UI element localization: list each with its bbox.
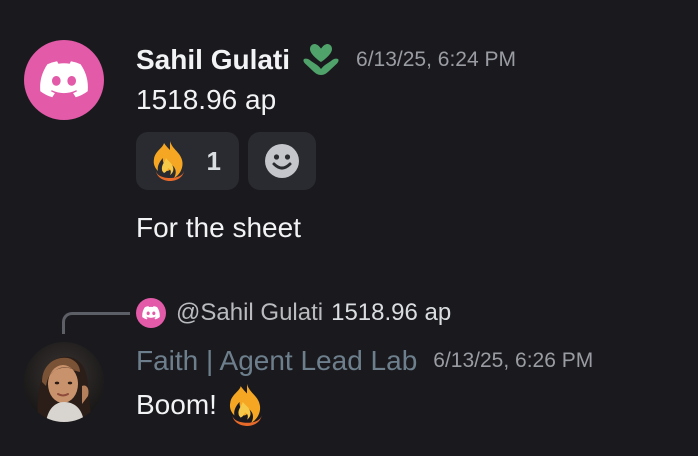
author-name[interactable]: Sahil Gulati — [136, 44, 290, 76]
message-timestamp[interactable]: 6/13/25, 6:24 PM — [356, 48, 516, 72]
message-header: Faith | Agent Lead Lab 6/13/25, 6:26 PM — [136, 340, 593, 382]
chat-view: Sahil Gulati 6/13/25, 6:24 PM 1518.96 ap… — [0, 0, 698, 456]
reply-reference[interactable]: @Sahil Gulati 1518.96 ap — [136, 297, 451, 329]
message-body: Boom! — [136, 389, 217, 420]
green-heart-hands-icon[interactable] — [302, 43, 340, 77]
reply-connector — [62, 312, 130, 334]
discord-logo-icon — [142, 306, 160, 320]
author-name[interactable]: Faith | Agent Lead Lab — [136, 345, 417, 377]
discord-logo-icon — [40, 61, 88, 98]
avatar[interactable] — [24, 342, 104, 422]
add-reaction-button[interactable] — [248, 132, 316, 190]
reply-preview: 1518.96 ap — [331, 299, 452, 326]
reaction-bar: 1 — [136, 132, 316, 190]
avatar[interactable] — [24, 40, 104, 120]
reply-mention: @Sahil Gulati — [176, 299, 324, 326]
message-text: 1518.96 ap — [136, 84, 277, 115]
message-text: For the sheet — [136, 212, 301, 243]
message-timestamp[interactable]: 6/13/25, 6:26 PM — [433, 349, 593, 373]
smiley-icon — [265, 144, 299, 178]
user-photo — [24, 342, 104, 422]
fire-icon — [225, 383, 269, 427]
fire-icon — [153, 141, 184, 181]
message-text: Boom! — [136, 382, 269, 428]
fire-reaction-button[interactable]: 1 — [136, 132, 239, 190]
message-header: Sahil Gulati 6/13/25, 6:24 PM — [136, 40, 516, 80]
reaction-count: 1 — [206, 145, 221, 176]
reply-avatar — [136, 298, 166, 328]
